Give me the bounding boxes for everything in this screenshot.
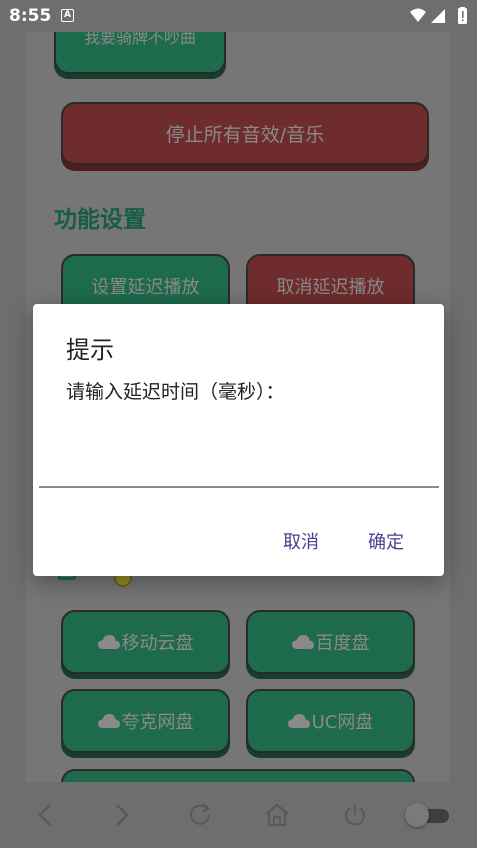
dialog-message: 请输入延迟时间（毫秒）：	[66, 381, 285, 403]
battery-icon	[458, 7, 467, 24]
signal-icon	[431, 9, 445, 23]
top-partial-button[interactable]: 我要骑牌不吵曲	[54, 32, 226, 74]
dialog-title: 提示	[66, 336, 114, 364]
cloud-icon	[97, 635, 120, 649]
cloud-button-baidu[interactable]: 百度盘	[246, 610, 415, 674]
cloud-button-mobile[interactable]: 移动云盘	[61, 610, 230, 674]
section-title: 功能设置	[54, 207, 146, 233]
dialog-cancel-button[interactable]: 取消	[283, 528, 319, 554]
back-icon[interactable]	[30, 800, 60, 830]
forward-icon[interactable]	[107, 800, 137, 830]
wifi-icon	[410, 8, 426, 22]
status-bar: 8:55 A	[0, 0, 477, 32]
cloud-button-uc[interactable]: UC网盘	[246, 689, 415, 753]
system-status-icons	[410, 7, 467, 24]
top-partial-button-label: 我要骑牌不吵曲	[83, 32, 196, 47]
bottom-navbar	[0, 782, 477, 848]
cloud-icon	[97, 714, 120, 728]
cloud-button-quark[interactable]: 夸克网盘	[61, 689, 230, 753]
dialog-confirm-button[interactable]: 确定	[368, 528, 404, 554]
toggle-switch[interactable]	[405, 803, 449, 827]
cancel-delay-label: 取消延迟播放	[276, 277, 385, 298]
power-icon[interactable]	[340, 800, 370, 830]
refresh-icon[interactable]	[185, 800, 215, 830]
home-icon[interactable]	[262, 800, 292, 830]
delay-input-dialog: 提示 请输入延迟时间（毫秒）： 取消 确定	[33, 304, 444, 576]
stop-all-sounds-label: 停止所有音效/音乐	[165, 124, 325, 146]
cloud-icon	[291, 635, 314, 649]
set-delay-label: 设置延迟播放	[91, 277, 200, 298]
status-time: 8:55	[9, 6, 52, 26]
notification-icon: A	[61, 9, 74, 22]
cloud-button-label: 移动云盘	[121, 633, 194, 654]
cloud-button-label: UC网盘	[311, 712, 374, 733]
cloud-icon	[287, 714, 310, 728]
cloud-button-label: 夸克网盘	[121, 712, 194, 733]
partial-bottom-button[interactable]	[61, 769, 415, 782]
cloud-button-label: 百度盘	[315, 633, 370, 654]
stop-all-sounds-button[interactable]: 停止所有音效/音乐	[61, 102, 429, 165]
delay-input-field[interactable]	[39, 454, 439, 488]
